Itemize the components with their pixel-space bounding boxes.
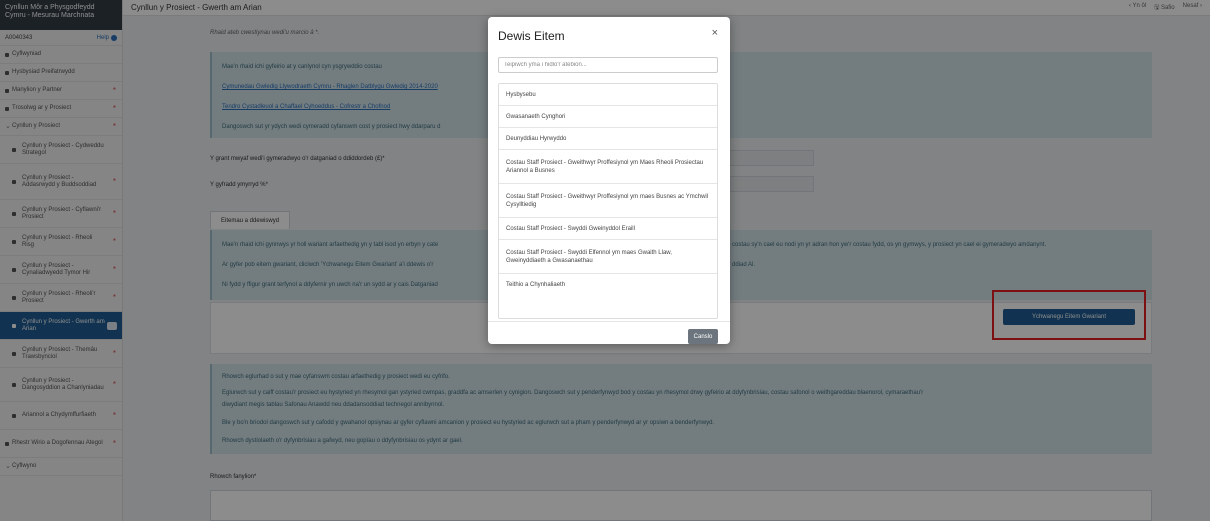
list-item[interactable]: Teithio a Chynhaliaeth	[499, 274, 717, 296]
select-item-modal: Dewis Eitem × HysbysebuGwasanaeth Cyngho…	[488, 17, 730, 344]
list-item[interactable]: Hysbysebu	[499, 84, 717, 106]
list-item[interactable]: Costau Staff Prosiect - Swyddi Elfennol …	[499, 240, 717, 274]
list-item[interactable]: Gwasanaeth Cynghori	[499, 106, 717, 128]
cancel-button[interactable]: Canslo	[688, 329, 718, 344]
list-item[interactable]: Costau Staff Prosiect - Gweithwyr Proffe…	[499, 184, 717, 218]
item-list: Hysbysebu Gwasanaeth Cynghori Deunyddiau H…	[498, 83, 718, 319]
filter-input[interactable]	[498, 57, 718, 73]
modal-title: Dewis Eitem	[498, 29, 565, 43]
list-item[interactable]: Deunyddiau Hyrwyddo	[499, 128, 717, 150]
close-icon[interactable]: ×	[712, 27, 718, 39]
list-item[interactable]: Costau Staff Prosiect - Gweithwyr Proffe…	[499, 150, 717, 184]
modal-footer-divider	[488, 321, 730, 322]
list-item[interactable]: Costau Staff Prosiect - Swyddi Gweinyddo…	[499, 218, 717, 240]
